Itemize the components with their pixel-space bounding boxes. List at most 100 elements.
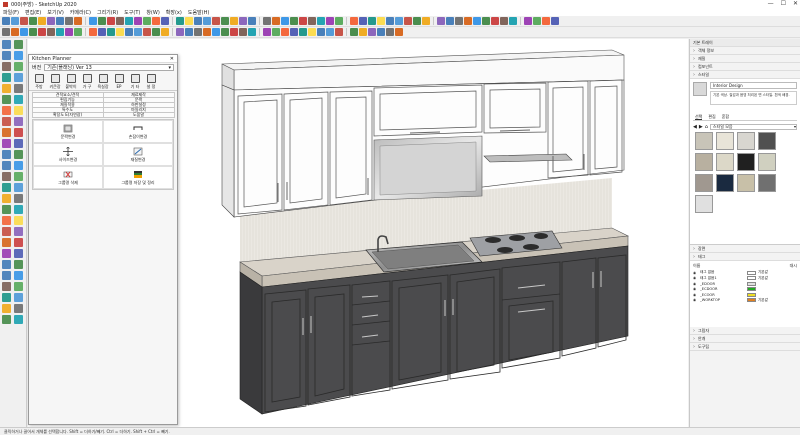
tool-icon[interactable] bbox=[107, 17, 115, 25]
tool-icon[interactable] bbox=[14, 95, 23, 104]
tool-icon[interactable] bbox=[14, 51, 23, 60]
tool-icon[interactable] bbox=[65, 28, 73, 36]
tool-icon[interactable] bbox=[413, 17, 421, 25]
home-icon[interactable]: ⌂ bbox=[705, 124, 708, 130]
tool-icon[interactable] bbox=[299, 28, 307, 36]
tool-icon[interactable] bbox=[14, 293, 23, 302]
tool-icon[interactable] bbox=[14, 183, 23, 192]
tool-icon[interactable] bbox=[368, 17, 376, 25]
handle-change-button[interactable]: 손잡이변경 bbox=[103, 120, 173, 143]
tool-icon[interactable] bbox=[14, 216, 23, 225]
tool-icon[interactable] bbox=[14, 282, 23, 291]
furniture-tool[interactable]: 가 구 bbox=[80, 74, 94, 90]
tool-icon[interactable] bbox=[377, 28, 385, 36]
tool-icon[interactable] bbox=[74, 17, 82, 25]
tool-icon[interactable] bbox=[248, 17, 256, 25]
misc-tool[interactable]: 기 타 bbox=[128, 74, 142, 90]
tool-icon[interactable] bbox=[2, 183, 11, 192]
tool-icon[interactable] bbox=[14, 205, 23, 214]
tool-icon[interactable] bbox=[2, 73, 11, 82]
tool-icon[interactable] bbox=[299, 17, 307, 25]
tag-color-swatch[interactable] bbox=[747, 276, 756, 281]
tool-icon[interactable] bbox=[359, 28, 367, 36]
eye-icon[interactable]: ◉ bbox=[693, 282, 698, 286]
eye-icon[interactable]: ◉ bbox=[693, 298, 698, 302]
eye-icon[interactable]: ◉ bbox=[693, 287, 698, 291]
group-save-button[interactable]: 그룹명 저장 및 정리 bbox=[103, 166, 173, 189]
tool-icon[interactable] bbox=[134, 17, 142, 25]
menu-item[interactable]: 도구(T) bbox=[124, 9, 140, 16]
tool-icon[interactable] bbox=[134, 28, 142, 36]
menu-item[interactable]: 창(W) bbox=[146, 9, 159, 16]
tray-section[interactable]: › 객체 정보 bbox=[690, 47, 800, 55]
tool-icon[interactable] bbox=[2, 249, 11, 258]
tool-icon[interactable] bbox=[317, 28, 325, 36]
tool-icon[interactable] bbox=[2, 304, 11, 313]
tool-icon[interactable] bbox=[14, 62, 23, 71]
tool-icon[interactable] bbox=[212, 17, 220, 25]
tool-icon[interactable] bbox=[263, 28, 271, 36]
tool-icon[interactable] bbox=[281, 17, 289, 25]
tool-icon[interactable] bbox=[2, 260, 11, 269]
tool-icon[interactable] bbox=[98, 28, 106, 36]
menu-item[interactable]: 도움말(H) bbox=[188, 9, 209, 16]
tool-icon[interactable] bbox=[272, 28, 280, 36]
eye-icon[interactable]: ◉ bbox=[693, 271, 698, 275]
kitchen-tool[interactable]: 주방 bbox=[32, 74, 46, 90]
style-thumbnail[interactable] bbox=[758, 132, 776, 150]
menu-item[interactable]: 보기(V) bbox=[47, 9, 64, 16]
tool-icon[interactable] bbox=[2, 128, 11, 137]
tool-icon[interactable] bbox=[152, 17, 160, 25]
tool-icon[interactable] bbox=[29, 17, 37, 25]
tool-icon[interactable] bbox=[14, 84, 23, 93]
tool-icon[interactable] bbox=[491, 17, 499, 25]
tool-icon[interactable] bbox=[533, 17, 541, 25]
ep-tool[interactable]: EP bbox=[112, 74, 126, 90]
tool-icon[interactable] bbox=[350, 17, 358, 25]
tool-icon[interactable] bbox=[2, 271, 11, 280]
tool-icon[interactable] bbox=[239, 28, 247, 36]
menu-item[interactable]: 확장(x) bbox=[166, 9, 182, 16]
tool-icon[interactable] bbox=[377, 17, 385, 25]
menu-item[interactable]: 파일(F) bbox=[3, 9, 19, 16]
tool-icon[interactable] bbox=[248, 28, 256, 36]
style-thumbnail[interactable] bbox=[758, 153, 776, 171]
minimize-button[interactable]: — bbox=[768, 0, 774, 7]
tool-icon[interactable] bbox=[395, 17, 403, 25]
tool-icon[interactable] bbox=[203, 17, 211, 25]
tool-icon[interactable] bbox=[2, 238, 11, 247]
builtin-tool[interactable]: 붙박이 bbox=[64, 74, 78, 90]
tool-icon[interactable] bbox=[161, 17, 169, 25]
tool-icon[interactable] bbox=[125, 17, 133, 25]
tool-icon[interactable] bbox=[2, 227, 11, 236]
tool-icon[interactable] bbox=[74, 28, 82, 36]
tool-icon[interactable] bbox=[446, 17, 454, 25]
tool-icon[interactable] bbox=[221, 17, 229, 25]
tool-icon[interactable] bbox=[29, 28, 37, 36]
tool-icon[interactable] bbox=[290, 28, 298, 36]
tool-icon[interactable] bbox=[194, 17, 202, 25]
style-description[interactable]: 기본 색상. 질감과 음영 처리된 면 스타일. 흰색 배경. bbox=[710, 91, 797, 105]
tool-icon[interactable] bbox=[14, 271, 23, 280]
tool-icon[interactable] bbox=[2, 315, 11, 324]
style-thumbnail[interactable] bbox=[695, 153, 713, 171]
tool-icon[interactable] bbox=[482, 17, 490, 25]
tool-icon[interactable] bbox=[326, 17, 334, 25]
tool-icon[interactable] bbox=[422, 17, 430, 25]
tool-icon[interactable] bbox=[308, 28, 316, 36]
planner-tab[interactable]: 도움말 bbox=[102, 111, 175, 118]
menu-item[interactable]: 카메라(C) bbox=[70, 9, 91, 16]
tool-icon[interactable] bbox=[14, 150, 23, 159]
tool-icon[interactable] bbox=[14, 304, 23, 313]
style-tab[interactable]: 선택 bbox=[695, 114, 703, 120]
tray-section[interactable]: › 도구팁 bbox=[690, 343, 800, 351]
door-change-button[interactable]: 문짝변경 bbox=[33, 120, 103, 143]
tag-color-swatch[interactable] bbox=[747, 298, 756, 303]
menu-item[interactable]: 그리기(R) bbox=[97, 9, 118, 16]
tool-icon[interactable] bbox=[14, 117, 23, 126]
style-thumbnail[interactable] bbox=[716, 174, 734, 192]
size-change-button[interactable]: 사이즈변경 bbox=[33, 143, 103, 166]
tool-icon[interactable] bbox=[2, 139, 11, 148]
tool-icon[interactable] bbox=[20, 28, 28, 36]
tool-icon[interactable] bbox=[509, 17, 517, 25]
